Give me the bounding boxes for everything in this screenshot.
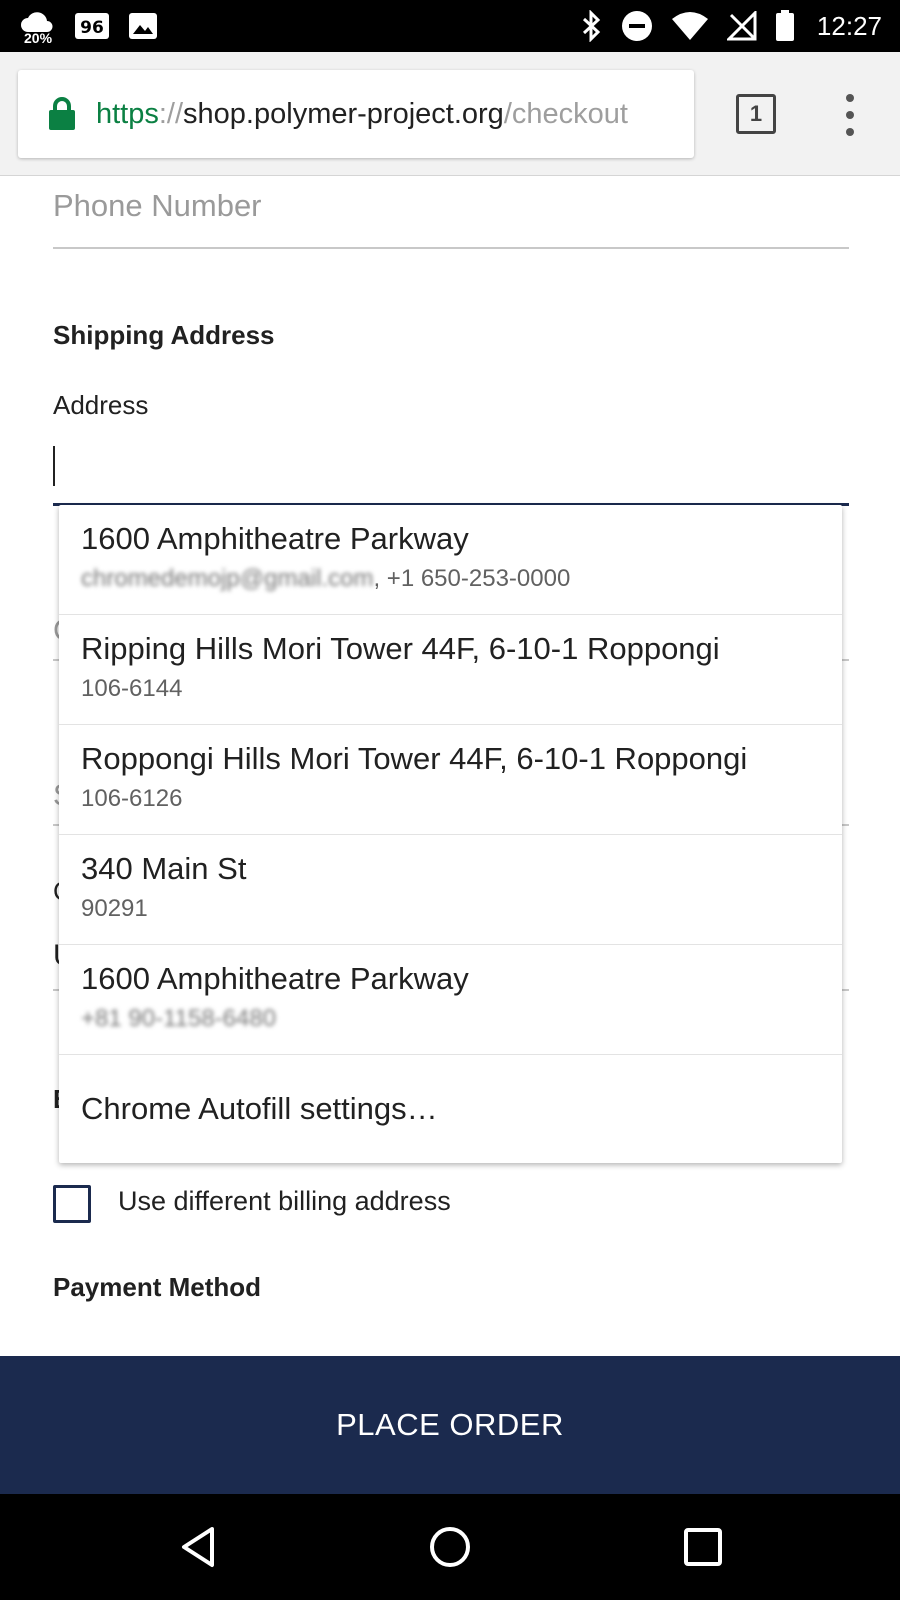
autofill-suggestion[interactable]: Ripping Hills Mori Tower 44F, 6-10-1 Rop… bbox=[59, 615, 842, 725]
status-bar: 20% 96 12:27 bbox=[0, 0, 900, 52]
suggestion-phone: , +1 650-253-0000 bbox=[373, 565, 571, 592]
place-order-label: PLACE ORDER bbox=[336, 1407, 564, 1442]
tab-count: 1 bbox=[749, 101, 763, 126]
recents-icon[interactable] bbox=[678, 1522, 728, 1572]
url-path: /checkout bbox=[503, 97, 628, 130]
autofill-suggestion[interactable]: 1600 Amphitheatre Parkway +81 90-1158-64… bbox=[59, 945, 842, 1055]
tab-switcher-button[interactable]: 1 bbox=[736, 94, 776, 134]
do-not-disturb-icon bbox=[621, 10, 653, 42]
home-icon[interactable] bbox=[425, 1522, 475, 1572]
autofill-settings-link[interactable]: Chrome Autofill settings… bbox=[59, 1055, 842, 1163]
navigation-bar bbox=[0, 1494, 900, 1600]
status-left: 20% 96 bbox=[20, 6, 158, 46]
url-separator: :// bbox=[158, 97, 184, 130]
phone-underline bbox=[53, 247, 849, 249]
shipping-address-heading: Shipping Address bbox=[53, 320, 275, 350]
menu-dot bbox=[846, 128, 854, 136]
address-input[interactable] bbox=[53, 431, 849, 503]
image-icon bbox=[128, 12, 158, 40]
autofill-dropdown: 1600 Amphitheatre Parkway chromedemojp@g… bbox=[59, 505, 842, 1163]
overflow-menu-icon[interactable] bbox=[838, 94, 862, 136]
battery-saver-icon: 20% bbox=[20, 6, 56, 46]
url-bar[interactable]: https://shop.polymer-project.org/checkou… bbox=[18, 70, 694, 158]
autofill-suggestion[interactable]: 1600 Amphitheatre Parkway chromedemojp@g… bbox=[59, 505, 842, 615]
autofill-suggestion[interactable]: Roppongi Hills Mori Tower 44F, 6-10-1 Ro… bbox=[59, 725, 842, 835]
battery-saver-percent: 20% bbox=[24, 30, 53, 46]
suggestion-detail: chromedemojp@gmail.com, +1 650-253-0000 bbox=[81, 565, 820, 593]
lock-icon bbox=[48, 97, 76, 131]
suggestion-title: 1600 Amphitheatre Parkway bbox=[81, 521, 469, 556]
suggestion-title: 1600 Amphitheatre Parkway bbox=[81, 961, 469, 996]
blurred-phone: +81 90-1158-6480 bbox=[81, 1005, 277, 1032]
svg-text:96: 96 bbox=[80, 18, 104, 38]
payment-method-heading: Payment Method bbox=[53, 1272, 262, 1302]
menu-dot bbox=[846, 94, 854, 102]
suggestion-detail: 106-6126 bbox=[81, 785, 183, 812]
suggestion-title: Ripping Hills Mori Tower 44F, 6-10-1 Rop… bbox=[81, 631, 720, 666]
clock: 12:27 bbox=[816, 10, 882, 41]
place-order-button[interactable]: PLACE ORDER bbox=[0, 1356, 900, 1494]
suggestion-title: Roppongi Hills Mori Tower 44F, 6-10-1 Ro… bbox=[81, 741, 748, 776]
autofill-suggestion[interactable]: 340 Main St 90291 bbox=[59, 835, 842, 945]
suggestion-detail: 90291 bbox=[81, 895, 148, 922]
suggestion-title: 340 Main St bbox=[81, 851, 247, 886]
suggestion-detail: 106-6144 bbox=[81, 675, 183, 702]
address-label: Address bbox=[53, 390, 149, 420]
suggestion-detail: +81 90-1158-6480 bbox=[81, 1005, 820, 1033]
url-scheme: https bbox=[96, 97, 159, 130]
url-host: shop.polymer-project.org bbox=[183, 97, 504, 130]
battery-icon bbox=[775, 10, 795, 42]
back-icon[interactable] bbox=[173, 1522, 223, 1572]
blurred-email: chromedemojp@gmail.com bbox=[81, 565, 374, 592]
no-signal-icon bbox=[726, 11, 757, 41]
wifi-icon bbox=[671, 11, 709, 41]
browser-toolbar: https://shop.polymer-project.org/checkou… bbox=[0, 52, 900, 176]
phone-number-field[interactable]: Phone Number bbox=[53, 188, 262, 224]
bluetooth-icon bbox=[581, 10, 603, 42]
status-right: 12:27 bbox=[581, 10, 882, 42]
different-billing-label[interactable]: Use different billing address bbox=[118, 1186, 451, 1217]
data-icon: 96 bbox=[74, 12, 110, 40]
menu-dot bbox=[846, 111, 854, 119]
different-billing-checkbox[interactable] bbox=[53, 1185, 91, 1223]
